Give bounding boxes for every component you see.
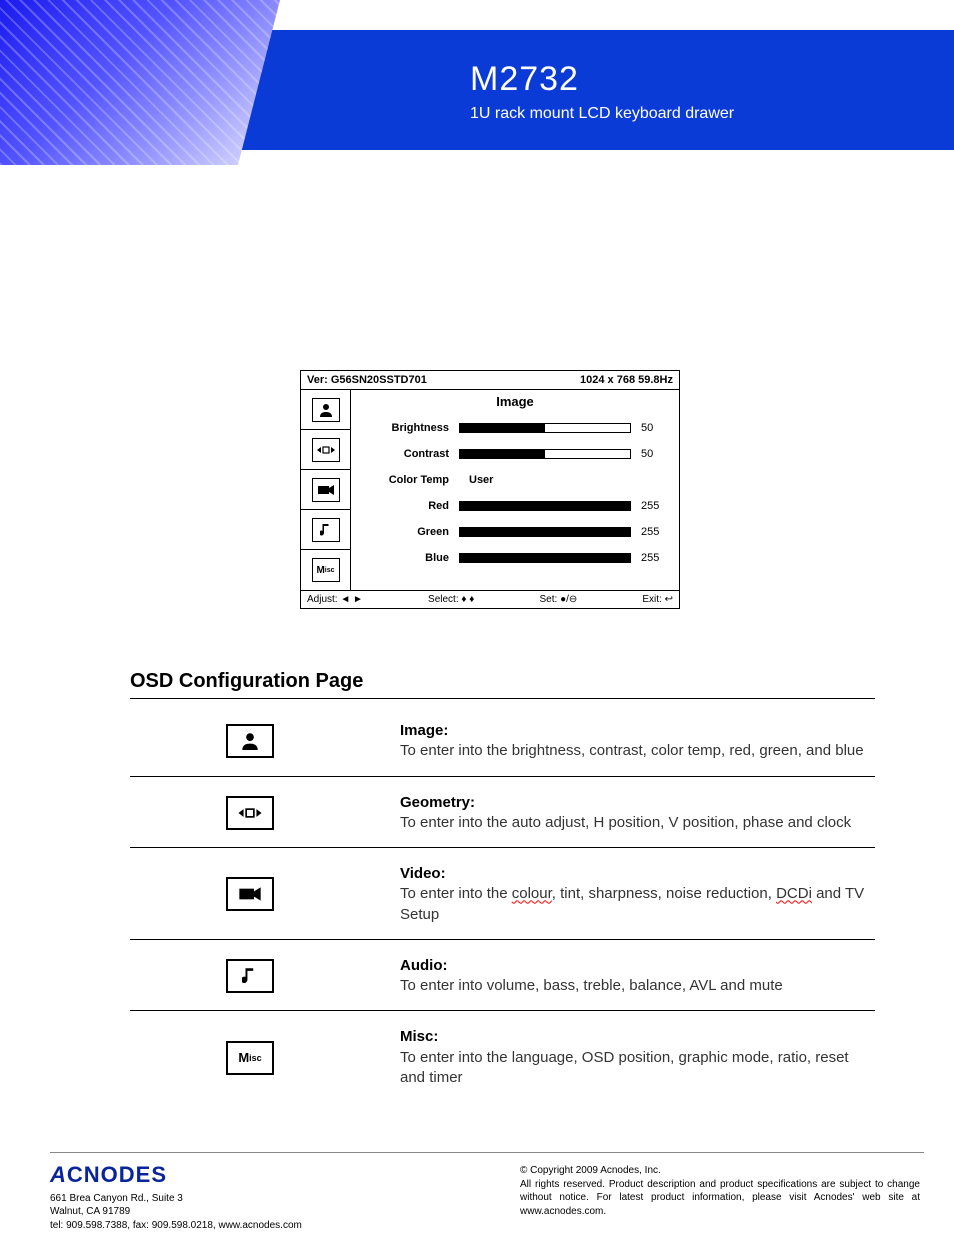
osd-tab-audio[interactable] (301, 510, 351, 550)
section-title: OSD Configuration Page (130, 670, 363, 693)
row-title: Audio: (400, 957, 447, 974)
osd-hint-exit: Exit: ↩ (642, 594, 673, 605)
osd-tab-misc[interactable]: Misc (301, 550, 351, 590)
osd-resolution: 1024 x 768 59.8Hz (580, 374, 673, 386)
model-number: M2732 (470, 60, 734, 99)
spellcheck-word: DCDi (776, 885, 812, 902)
person-icon (226, 724, 274, 758)
music-note-icon (312, 518, 340, 542)
logo-text: CNODES (67, 1162, 167, 1187)
osd-row-colortemp: Color Temp User (359, 467, 671, 493)
osd-label: Green (359, 526, 449, 538)
osd-row-green: Green 255 (359, 519, 671, 545)
osd-label: Red (359, 500, 449, 512)
row-title: Geometry: (400, 794, 475, 811)
model-subtitle: 1U rack mount LCD keyboard drawer (470, 105, 734, 123)
row-audio: Audio: To enter into volume, bass, trebl… (130, 940, 875, 1012)
page-header: M2732 1U rack mount LCD keyboard drawer (0, 0, 954, 165)
header-title-block: M2732 1U rack mount LCD keyboard drawer (470, 60, 734, 123)
green-slider[interactable] (459, 527, 631, 537)
osd-tab-image[interactable] (301, 390, 351, 430)
blue-slider[interactable] (459, 553, 631, 563)
osd-row-blue: Blue 255 (359, 545, 671, 571)
row-misc: Misc Misc: To enter into the language, O… (130, 1011, 875, 1102)
row-icon-cell (130, 796, 370, 830)
row-text: Misc: To enter into the language, OSD po… (400, 1027, 875, 1088)
footer-divider (50, 1152, 924, 1153)
row-title: Image: (400, 722, 448, 739)
footer-right: © Copyright 2009 Acnodes, Inc. All right… (520, 1160, 920, 1232)
brightness-value: 50 (641, 422, 671, 434)
row-desc: To enter into volume, bass, treble, bala… (400, 977, 783, 994)
footer-addr1: 661 Brea Canyon Rd., Suite 3 (50, 1192, 302, 1206)
row-icon-cell (130, 959, 370, 993)
row-icon-cell: Misc (130, 1041, 370, 1075)
osd-label: Brightness (359, 422, 449, 434)
company-logo: ACNODES (50, 1160, 302, 1190)
config-rows: Image: To enter into the brightness, con… (130, 705, 875, 1102)
row-video: Video: To enter into the colour, tint, s… (130, 848, 875, 940)
camera-icon (312, 478, 340, 502)
footer-addr2: Walnut, CA 91789 (50, 1205, 302, 1219)
brightness-slider[interactable] (459, 423, 631, 433)
camera-icon (226, 877, 274, 911)
music-note-icon (226, 959, 274, 993)
osd-label: Contrast (359, 448, 449, 460)
row-geometry: Geometry: To enter into the auto adjust,… (130, 777, 875, 849)
osd-hint-select: Select: ♦ ♦ (428, 594, 474, 605)
blue-value: 255 (641, 552, 671, 564)
green-value: 255 (641, 526, 671, 538)
osd-hint-adjust: Adjust: ◄ ► (307, 594, 363, 605)
footer-left: ACNODES 661 Brea Canyon Rd., Suite 3 Wal… (50, 1160, 302, 1232)
osd-screenshot: Ver: G56SN20SSTD701 1024 x 768 59.8Hz (300, 370, 680, 609)
red-value: 255 (641, 500, 671, 512)
row-text: Video: To enter into the colour, tint, s… (400, 864, 875, 925)
osd-panel-title: Image (359, 394, 671, 409)
osd-footer: Adjust: ◄ ► Select: ♦ ♦ Set: ●/⊖ Exit: ↩ (301, 590, 679, 608)
colortemp-value: User (459, 474, 493, 486)
row-text: Audio: To enter into volume, bass, trebl… (400, 956, 875, 997)
osd-version: Ver: G56SN20SSTD701 (307, 374, 427, 386)
arrows-icon (226, 796, 274, 830)
row-desc: To enter into the brightness, contrast, … (400, 742, 864, 759)
row-icon-cell (130, 724, 370, 758)
osd-tab-video[interactable] (301, 470, 351, 510)
footer-legal: All rights reserved. Product description… (520, 1178, 920, 1219)
row-image: Image: To enter into the brightness, con… (130, 705, 875, 777)
osd-row-brightness: Brightness 50 (359, 415, 671, 441)
row-desc-part: , tint, sharpness, noise reduction, (552, 885, 776, 902)
footer-copyright: © Copyright 2009 Acnodes, Inc. (520, 1164, 920, 1178)
row-desc: To enter into the auto adjust, H positio… (400, 814, 851, 831)
section-divider (130, 698, 875, 699)
row-desc-part: To enter into the (400, 885, 512, 902)
osd-row-red: Red 255 (359, 493, 671, 519)
osd-hint-set: Set: ●/⊖ (540, 594, 578, 605)
row-text: Image: To enter into the brightness, con… (400, 721, 875, 762)
osd-tab-column: Misc (301, 390, 351, 590)
row-desc: To enter into the language, OSD position… (400, 1049, 849, 1086)
contrast-value: 50 (641, 448, 671, 460)
footer-addr3: tel: 909.598.7388, fax: 909.598.0218, ww… (50, 1219, 302, 1233)
page-footer: ACNODES 661 Brea Canyon Rd., Suite 3 Wal… (50, 1160, 920, 1232)
red-slider[interactable] (459, 501, 631, 511)
osd-label: Color Temp (359, 474, 449, 486)
header-photo (0, 0, 280, 165)
misc-icon: Misc (312, 558, 340, 582)
osd-label: Blue (359, 552, 449, 564)
person-icon (312, 398, 340, 422)
row-text: Geometry: To enter into the auto adjust,… (400, 793, 875, 834)
contrast-slider[interactable] (459, 449, 631, 459)
row-title: Misc: (400, 1028, 438, 1045)
osd-content-panel: Image Brightness 50 Contrast 50 Color Te… (351, 390, 679, 590)
spellcheck-word: colour (512, 885, 552, 902)
row-title: Video: (400, 865, 446, 882)
row-icon-cell (130, 877, 370, 911)
osd-top-bar: Ver: G56SN20SSTD701 1024 x 768 59.8Hz (301, 371, 679, 390)
arrows-icon (312, 438, 340, 462)
osd-tab-geometry[interactable] (301, 430, 351, 470)
osd-row-contrast: Contrast 50 (359, 441, 671, 467)
misc-icon: Misc (226, 1041, 274, 1075)
